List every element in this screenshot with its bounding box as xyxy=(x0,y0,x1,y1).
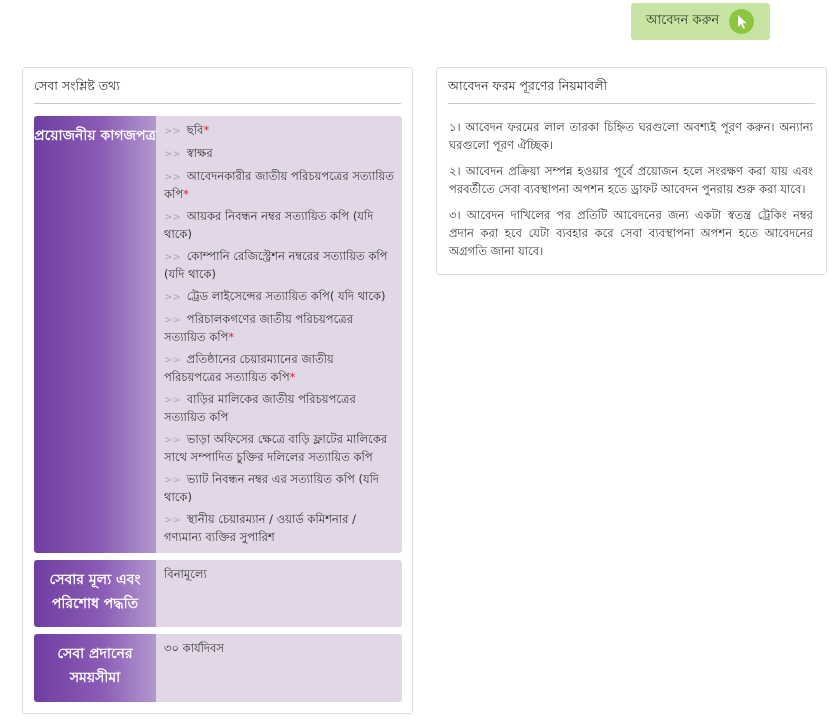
list-item: >> ভাড়া অফিসের ক্ষেত্রে বাড়ি ফ্লাটের মা… xyxy=(164,432,388,464)
rules-panel: আবেদন ফরম পূরণের নিয়মাবলী ১। আবেদন ফরমে… xyxy=(436,67,827,275)
rules-title: আবেদন ফরম পূরণের নিয়মাবলী xyxy=(448,78,815,104)
rule-item: ৩। আবেদন দাখিলের পর প্রতিটি আবেদনের জন্য… xyxy=(449,208,813,258)
fee-label: সেবার মূল্য এবং পরিশোধ পদ্ধতি xyxy=(34,560,156,627)
chevron-right-icon: >> xyxy=(164,355,181,366)
list-item: >> ভ্যাট নিবন্ধন নম্বর এর সত্যায়িত কপি (… xyxy=(164,472,379,504)
required-asterisk: * xyxy=(228,330,235,344)
fee-value: বিনামূল্যে xyxy=(164,567,207,581)
chevron-right-icon: >> xyxy=(164,149,181,160)
chevron-right-icon: >> xyxy=(164,252,181,263)
chevron-right-icon: >> xyxy=(164,395,181,406)
chevron-right-icon: >> xyxy=(164,475,181,486)
list-item: >> আবেদনকারীর জাতীয় পরিচয়পত্রের সত্যায়… xyxy=(164,169,394,201)
rule-item: ১। আবেদন ফরমের লাল তারকা চিহ্নিত ঘরগুলো … xyxy=(449,120,813,152)
list-item: >> পরিচালকগণের জাতীয় পরিচয়পত্রের সত্যায… xyxy=(164,312,354,344)
chevron-right-icon: >> xyxy=(164,435,181,446)
timeframe-row: সেবা প্রদানের সময়সীমা ৩০ কার্যদিবস xyxy=(34,634,402,702)
chevron-right-icon: >> xyxy=(164,315,181,326)
list-item: >> ট্রেড লাইসেন্সের সত্যায়িত কপি( যদি থা… xyxy=(164,289,386,303)
chevron-right-icon: >> xyxy=(164,126,181,137)
apply-button-label: আবেদন করুন xyxy=(646,13,720,28)
list-item: >> স্বাক্ষর xyxy=(164,146,213,160)
list-item: >> কোম্পানি রেজিস্ট্রেশন নম্বরের সত্যায়ি… xyxy=(164,249,388,281)
required-asterisk: * xyxy=(289,370,296,384)
chevron-right-icon: >> xyxy=(164,515,181,526)
service-info-panel: সেবা সংশ্লিষ্ট তথ্য প্রয়োজনীয় কাগজপত্র… xyxy=(22,67,413,714)
required-asterisk: * xyxy=(203,123,210,137)
required-asterisk: * xyxy=(183,187,189,201)
documents-label: প্রয়োজনীয় কাগজপত্র xyxy=(34,116,156,553)
documents-list: >> ছবি* >> স্বাক্ষর >> আবেদনকারীর জাতীয় পর… xyxy=(156,116,402,553)
list-item: >> প্রতিষ্ঠানের চেয়ারম্যানের জাতীয় পরিচ… xyxy=(164,352,334,384)
chevron-right-icon: >> xyxy=(164,212,181,223)
timeframe-label: সেবা প্রদানের সময়সীমা xyxy=(34,634,156,702)
service-info-title: সেবা সংশ্লিষ্ট তথ্য xyxy=(34,78,401,104)
fee-row: সেবার মূল্য এবং পরিশোধ পদ্ধতি বিনামূল্যে xyxy=(34,560,402,627)
rules-list: ১। আবেদন ফরমের লাল তারকা চিহ্নিত ঘরগুলো … xyxy=(437,104,826,260)
apply-button[interactable]: আবেদন করুন xyxy=(631,3,770,40)
pointer-cursor-icon xyxy=(729,9,754,34)
timeframe-value: ৩০ কার্যদিবস xyxy=(164,641,224,655)
chevron-right-icon: >> xyxy=(164,172,181,183)
list-item: >> ছবি* xyxy=(164,123,210,137)
documents-row: প্রয়োজনীয় কাগজপত্র >> ছবি* >> স্বাক্ষর >… xyxy=(34,116,402,553)
chevron-right-icon: >> xyxy=(164,292,181,303)
list-item: >> বাড়ির মালিকের জাতীয় পরিচয়পত্রের সত্… xyxy=(164,392,356,424)
list-item: >> স্থানীয় চেয়ারম্যান / ওয়ার্ড কমিশনার… xyxy=(164,512,356,544)
rule-item: ২। আবেদন প্রক্রিয়া সম্পন্ন হওয়ার পূর্ব… xyxy=(449,164,813,196)
list-item: >> আয়কর নিবন্ধন নম্বর সত্যায়িত কপি (যদি… xyxy=(164,209,374,241)
